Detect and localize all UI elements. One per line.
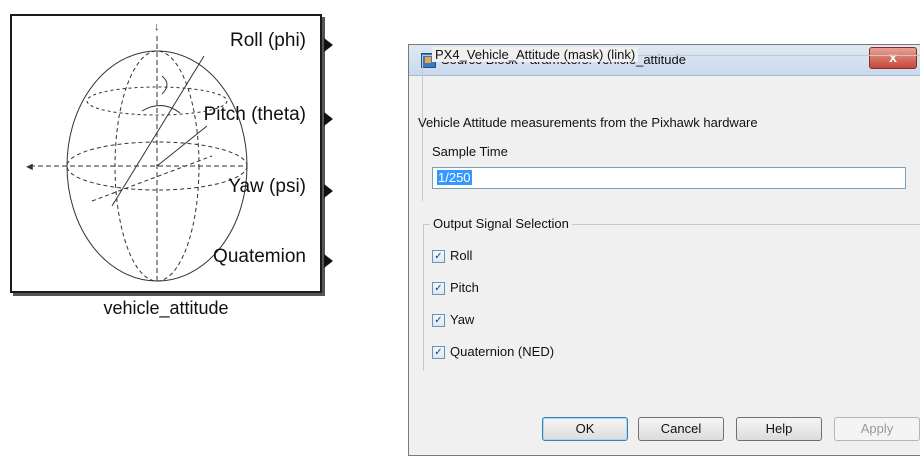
ok-button[interactable]: OK [542, 417, 628, 441]
port-label-roll: Roll (phi) [229, 30, 306, 51]
port-label-yaw: Yaw (psi) [228, 176, 306, 197]
svg-text:◄: ◄ [24, 161, 35, 173]
mask-description: Vehicle Attitude measurements from the P… [418, 115, 758, 130]
port-label-quaternion: Quatemion [213, 246, 306, 267]
checkbox-label: Pitch [450, 280, 479, 295]
block-name-label[interactable]: vehicle_attitude [10, 298, 322, 319]
output-port-yaw[interactable] [324, 184, 333, 198]
output-group-title: Output Signal Selection [430, 216, 572, 231]
port-label-pitch: Pitch (theta) [203, 104, 306, 125]
simulink-block[interactable]: ↓ ◄ Roll (phi) Pitch (theta) Yaw (psi) Q… [10, 14, 333, 293]
checkbox-check-icon[interactable]: ✓ [432, 250, 445, 263]
sample-time-value: 1/250 [437, 170, 472, 185]
output-port-roll[interactable] [324, 38, 333, 52]
checkbox-check-icon[interactable]: ✓ [432, 346, 445, 359]
checkbox-label: Yaw [450, 312, 475, 327]
output-port-quaternion[interactable] [324, 254, 333, 268]
checkbox-label: Quaternion (NED) [450, 344, 555, 359]
output-port-pitch[interactable] [324, 112, 333, 126]
apply-button[interactable]: Apply [834, 417, 920, 441]
sample-time-label: Sample Time [432, 144, 508, 159]
sample-time-input[interactable]: 1/250 [432, 167, 906, 189]
checkbox-check-icon[interactable]: ✓ [432, 282, 445, 295]
checkbox-check-icon[interactable]: ✓ [432, 314, 445, 327]
svg-text:↓: ↓ [154, 21, 160, 33]
checkbox-label: Roll [450, 248, 473, 263]
mask-group-title: PX4_Vehicle_Attitude (mask) (link) [432, 47, 639, 62]
help-button[interactable]: Help [736, 417, 822, 441]
cancel-button[interactable]: Cancel [638, 417, 724, 441]
